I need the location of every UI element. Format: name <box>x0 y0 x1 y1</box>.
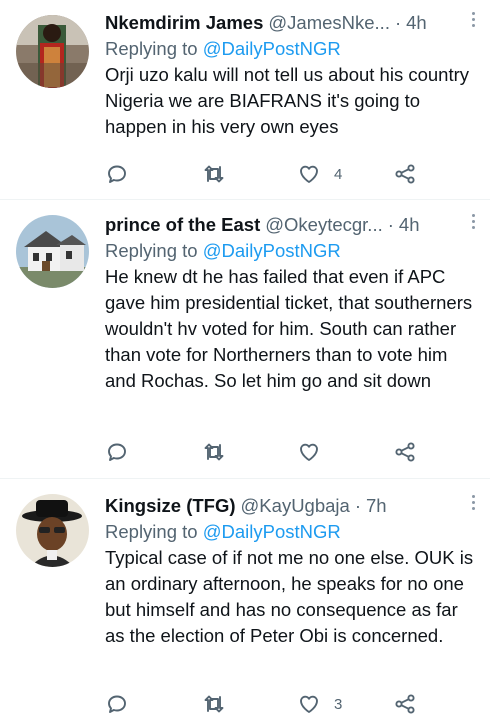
tweet-text: He knew dt he has failed that even if AP… <box>105 266 473 391</box>
more-options-icon[interactable] <box>470 495 476 510</box>
retweet-button[interactable] <box>202 162 226 186</box>
share-button[interactable] <box>393 162 417 186</box>
like-icon <box>300 695 318 713</box>
mention-link[interactable]: @DailyPostNGR <box>203 521 341 542</box>
tweet-text: Typical case of if not me no one else. O… <box>105 547 474 646</box>
avatar[interactable] <box>16 494 89 567</box>
replying-to: Replying to @DailyPostNGR <box>105 238 476 264</box>
retweet-button[interactable] <box>202 440 226 464</box>
tweet[interactable]: Kingsize (TFG) @KayUgbaja · 7h Replying … <box>0 479 490 719</box>
action-bar: 3 <box>105 692 476 718</box>
replying-to: Replying to @DailyPostNGR <box>105 36 476 62</box>
retweet-icon <box>204 165 224 183</box>
separator: · <box>394 12 402 33</box>
replying-to: Replying to @DailyPostNGR <box>105 519 476 545</box>
avatar[interactable] <box>16 215 89 288</box>
replying-label: Replying to <box>105 240 203 261</box>
author-name[interactable]: Nkemdirim James <box>105 10 263 36</box>
avatar[interactable] <box>16 15 89 88</box>
tweet[interactable]: prince of the East @Okeytecgr... · 4h Re… <box>0 200 490 479</box>
reply-button[interactable] <box>105 692 129 716</box>
replying-label: Replying to <box>105 38 203 59</box>
author-name[interactable]: Kingsize (TFG) <box>105 493 236 519</box>
share-icon <box>395 442 415 462</box>
author-handle[interactable]: @JamesNke... <box>268 10 390 36</box>
author-name[interactable]: prince of the East <box>105 212 260 238</box>
timestamp[interactable]: 4h <box>406 10 427 36</box>
like-button[interactable] <box>297 440 334 464</box>
separator: · <box>354 495 361 516</box>
share-button[interactable] <box>393 692 417 716</box>
share-button[interactable] <box>393 440 417 464</box>
reply-button[interactable] <box>105 440 129 464</box>
tweet[interactable]: Nkemdirim James @JamesNke... · 4h Replyi… <box>0 0 490 200</box>
like-count: 4 <box>334 165 343 183</box>
share-icon <box>395 694 415 714</box>
author-handle[interactable]: @Okeytecgr... <box>265 212 383 238</box>
like-icon <box>300 443 318 461</box>
mention-link[interactable]: @DailyPostNGR <box>203 240 341 261</box>
retweet-button[interactable] <box>202 692 226 716</box>
tweet-text: Orji uzo kalu will not tell us about his… <box>105 64 470 137</box>
like-count: 3 <box>334 695 343 713</box>
action-bar: 4 <box>105 162 476 188</box>
reply-icon <box>108 695 126 713</box>
timestamp[interactable]: 7h <box>366 493 387 519</box>
reply-button[interactable] <box>105 162 129 186</box>
more-options-icon[interactable] <box>470 214 476 229</box>
reply-icon <box>108 165 126 183</box>
retweet-icon <box>204 443 224 461</box>
separator: · <box>387 214 394 235</box>
more-options-icon[interactable] <box>470 12 476 27</box>
mention-link[interactable]: @DailyPostNGR <box>203 38 341 59</box>
author-handle[interactable]: @KayUgbaja <box>241 493 350 519</box>
action-bar <box>105 440 476 466</box>
like-icon <box>300 165 318 183</box>
like-button[interactable]: 4 <box>297 162 342 186</box>
replying-label: Replying to <box>105 521 203 542</box>
share-icon <box>395 164 415 184</box>
retweet-icon <box>204 695 224 713</box>
reply-icon <box>108 443 126 461</box>
like-button[interactable]: 3 <box>297 692 342 716</box>
timestamp[interactable]: 4h <box>399 212 420 238</box>
